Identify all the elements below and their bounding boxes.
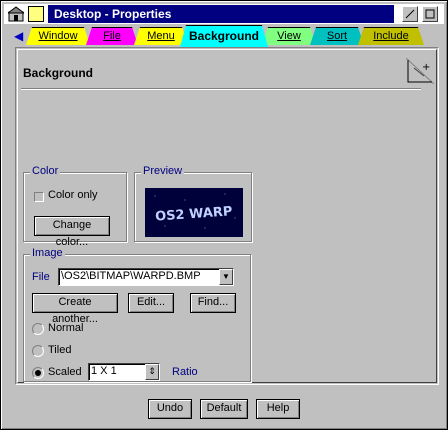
- tab-background[interactable]: Background: [180, 25, 268, 47]
- file-label: File: [32, 271, 50, 283]
- tab-window[interactable]: Window: [26, 27, 90, 45]
- button-bar: Undo Default Help: [4, 391, 444, 427]
- page-title: Background: [23, 66, 94, 80]
- tab-scroll-left-icon[interactable]: ◀: [14, 29, 24, 43]
- desktop-icon[interactable]: [8, 6, 24, 22]
- window-title: Desktop - Properties: [48, 5, 394, 23]
- help-button[interactable]: Help: [256, 399, 300, 419]
- tab-file[interactable]: File: [86, 27, 138, 45]
- tab-window-label: Window: [38, 30, 78, 42]
- normal-radio[interactable]: [32, 323, 44, 335]
- default-button[interactable]: Default: [200, 399, 248, 419]
- preview-group-label: Preview: [141, 165, 185, 177]
- file-dropdown[interactable]: \OS2\BITMAP\WARPD.BMP ▼: [58, 268, 234, 286]
- change-color-button[interactable]: Change color...: [34, 216, 110, 248]
- minimize-icon[interactable]: [402, 6, 418, 22]
- tab-include-label: Include: [373, 30, 409, 42]
- scale-spinbutton[interactable]: 1 X 1 ⇕: [88, 363, 160, 381]
- spin-arrows-icon[interactable]: ⇕: [145, 364, 159, 380]
- preview-group: Preview OS2 WARP: [134, 165, 252, 242]
- system-menu-icon[interactable]: [28, 6, 44, 22]
- scaled-label: Scaled: [48, 366, 82, 378]
- image-group: Image File \OS2\BITMAP\WARPD.BMP ▼ Creat…: [23, 247, 251, 382]
- find-button[interactable]: Find...: [190, 293, 236, 313]
- normal-label: Normal: [48, 322, 84, 334]
- color-only-label: Color only: [48, 189, 98, 201]
- dropdown-arrow-icon[interactable]: ▼: [219, 269, 233, 285]
- scale-value: 1 X 1: [91, 365, 117, 377]
- notebook-tabs: ◀ Window File Menu View Sort Include Bac…: [4, 25, 444, 47]
- notebook-page: Background + Color Color only Change col…: [15, 47, 439, 385]
- tab-sort-label: Sort: [326, 30, 348, 42]
- ratio-label: Ratio: [172, 366, 198, 378]
- file-value: \OS2\BITMAP\WARPD.BMP: [61, 270, 201, 282]
- tab-view[interactable]: View: [262, 27, 316, 45]
- scaled-radio[interactable]: [32, 367, 44, 379]
- properties-window: Desktop - Properties ◀ Window File Menu …: [0, 0, 448, 430]
- tab-background-label: Background: [188, 29, 259, 43]
- tab-file-label: File: [103, 30, 121, 42]
- color-group: Color Color only Change color...: [23, 165, 127, 248]
- edit-button[interactable]: Edit...: [128, 293, 174, 313]
- title-bar[interactable]: Desktop - Properties: [4, 4, 444, 24]
- create-another-button[interactable]: Create another...: [32, 293, 118, 325]
- undo-button[interactable]: Undo: [148, 399, 192, 419]
- tiled-radio[interactable]: [32, 345, 44, 357]
- tab-menu-label: Menu: [147, 30, 175, 42]
- maximize-icon[interactable]: [422, 6, 438, 22]
- color-only-checkbox[interactable]: [34, 192, 44, 202]
- image-group-label: Image: [30, 247, 65, 259]
- preview-image: OS2 WARP: [145, 188, 243, 237]
- page-turn-icon[interactable]: +: [406, 58, 434, 84]
- page-divider: [21, 88, 421, 90]
- tab-menu[interactable]: Menu: [134, 27, 188, 45]
- color-group-label: Color: [30, 165, 61, 177]
- tab-view-label: View: [277, 30, 301, 42]
- tab-include[interactable]: Include: [358, 27, 424, 45]
- tab-sort[interactable]: Sort: [310, 27, 364, 45]
- svg-text:+: +: [422, 62, 430, 73]
- tiled-label: Tiled: [48, 344, 72, 356]
